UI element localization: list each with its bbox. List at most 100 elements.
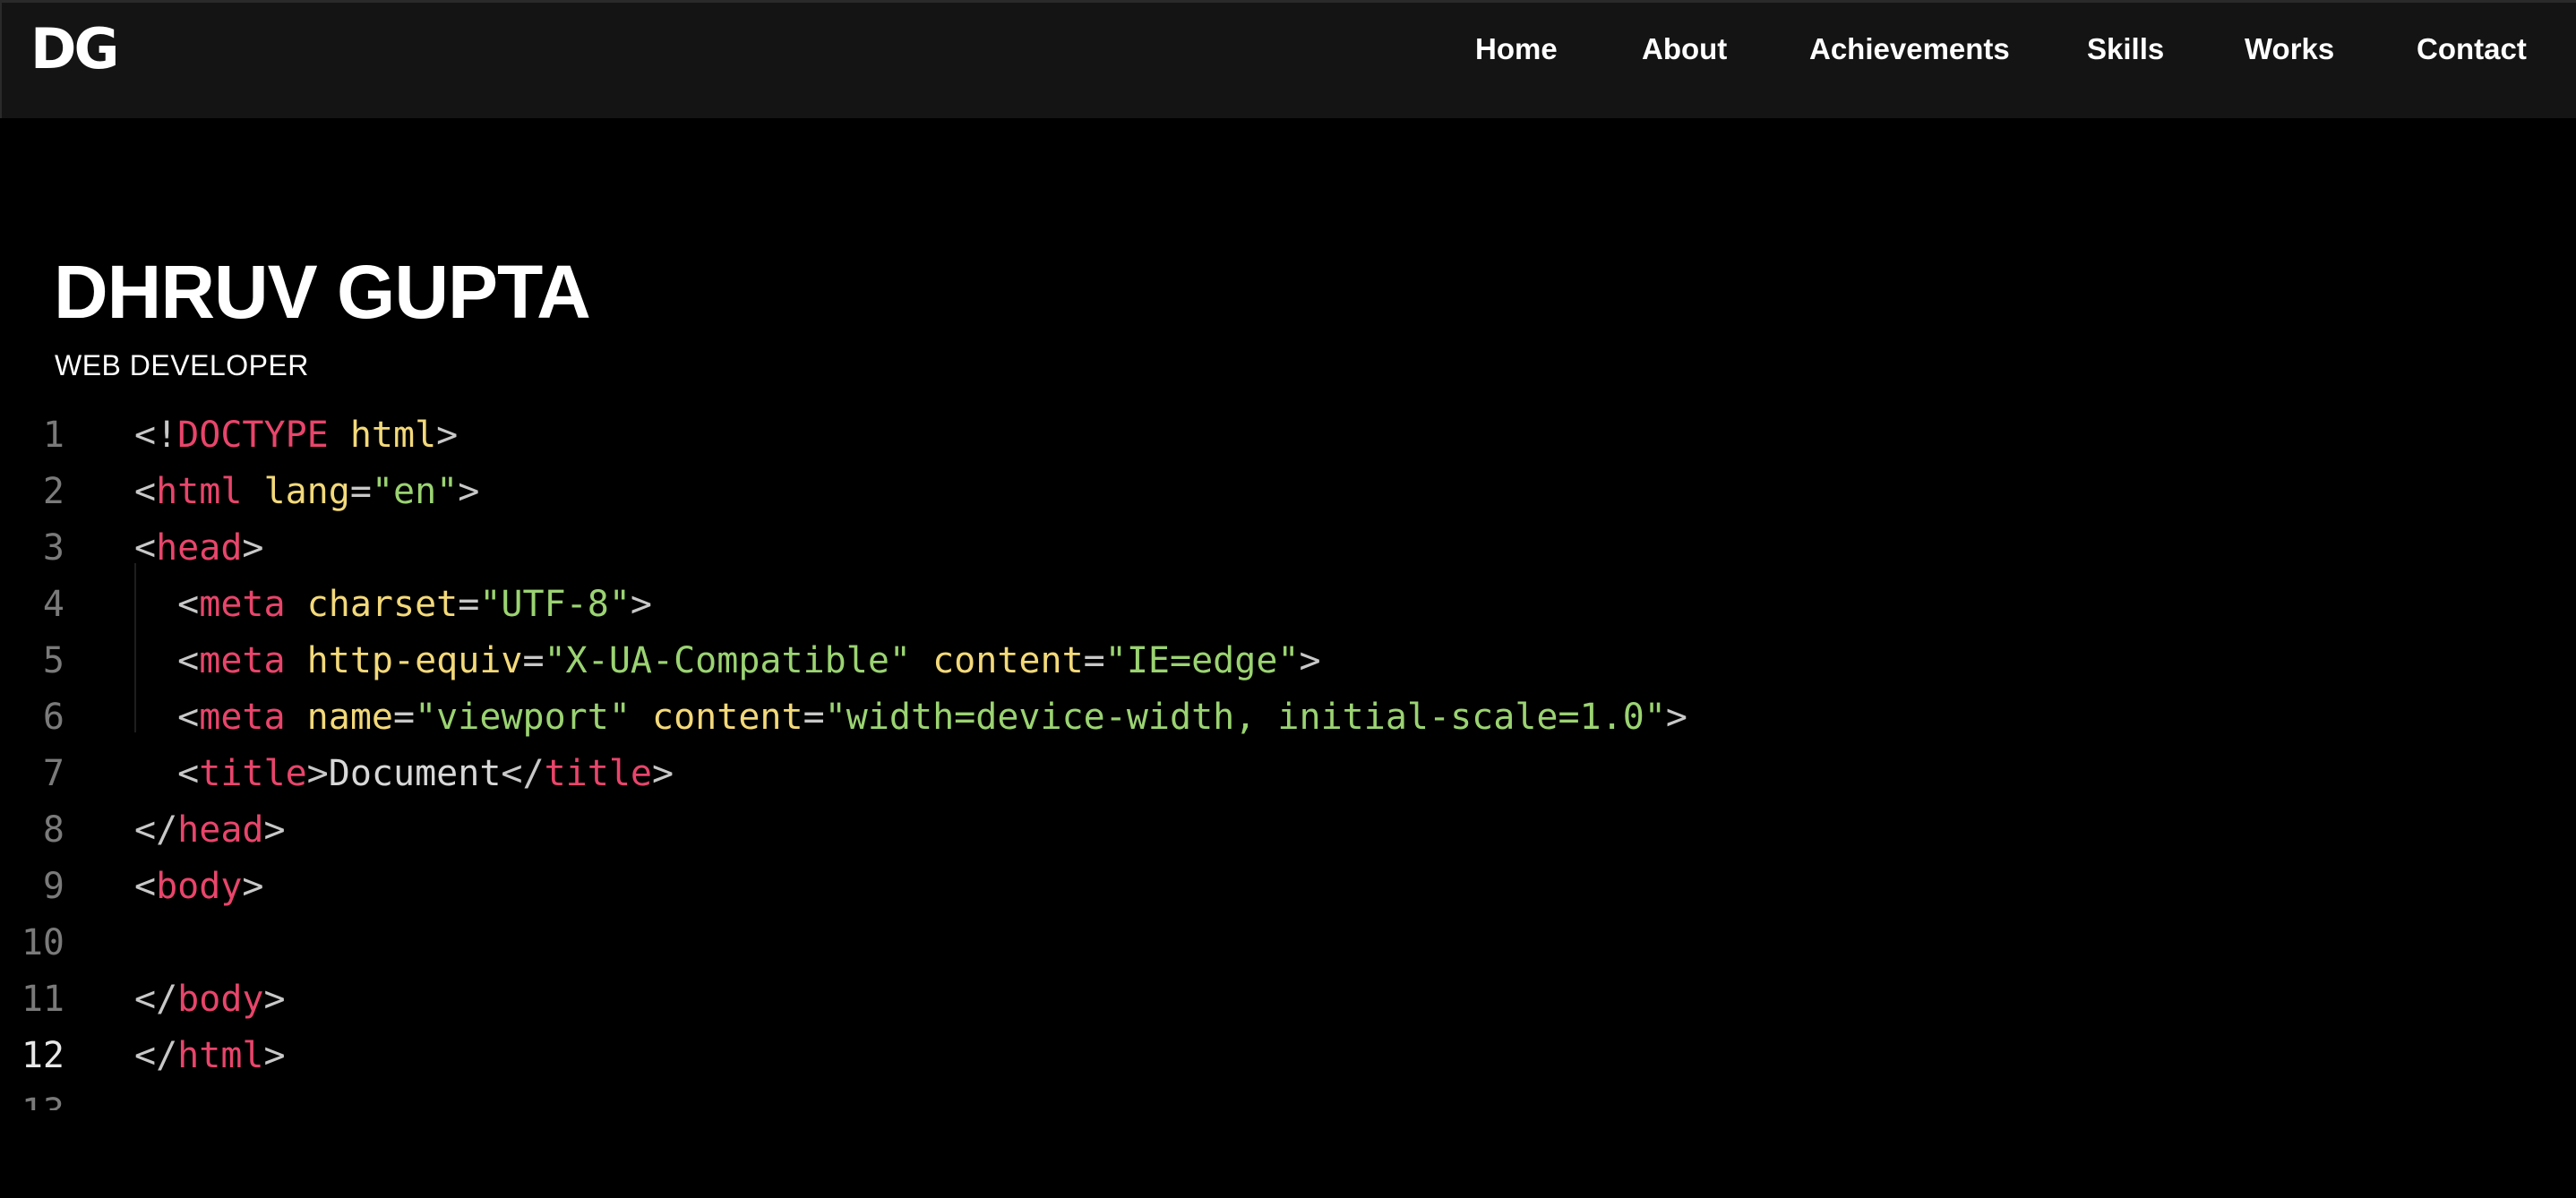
navbar: DG Home About Achievements Skills Works … (0, 0, 2576, 118)
code-token: content (652, 697, 803, 738)
code-token: body (177, 979, 264, 1020)
line-number: 9 (42, 866, 64, 907)
code-token: > (652, 753, 674, 794)
line-number: 7 (42, 753, 64, 794)
code-token: > (1299, 640, 1321, 681)
code-token: = (803, 697, 825, 738)
code-token: > (263, 979, 286, 1020)
line-number: 8 (42, 809, 64, 851)
code-token: head (156, 527, 243, 569)
code-token: > (263, 1035, 286, 1076)
nav-link-skills[interactable]: Skills (2087, 30, 2164, 69)
code-token: < (134, 471, 157, 512)
code-text: </body> (134, 971, 286, 1028)
hero-role: WEB DEVELOPER (55, 349, 309, 381)
code-token: meta (199, 584, 286, 625)
code-line: 1 <!DOCTYPE html> (0, 407, 2024, 464)
line-number: 1 (42, 415, 64, 456)
code-token: "UTF-8" (479, 584, 631, 625)
code-token: </ (134, 1035, 178, 1076)
code-token: head (177, 809, 264, 851)
code-token: Document (328, 753, 502, 794)
code-token: content (932, 640, 1084, 681)
code-text: <meta charset="UTF-8"> (134, 577, 652, 633)
line-number: 13 (0, 1084, 64, 1110)
hero-name: DHRUV GUPTA (54, 250, 591, 334)
code-line: 13 (0, 1084, 2024, 1110)
code-line: 2 <html lang="en"> (0, 464, 2024, 520)
code-token: <! (134, 415, 178, 456)
code-token: < (134, 527, 157, 569)
code-text: <meta name="viewport" content="width=dev… (134, 689, 1687, 746)
code-token: lang (263, 471, 350, 512)
code-text: </html> (134, 1028, 286, 1084)
code-line: 7 <title>Document</title> (0, 746, 2024, 802)
code-token: < (134, 697, 200, 738)
line-number: 6 (42, 697, 64, 738)
code-token: > (306, 753, 329, 794)
code-line: 6 <meta name="viewport" content="width=d… (0, 689, 2024, 746)
code-token: title (544, 753, 653, 794)
code-line: 11 </body> (0, 971, 2024, 1028)
code-line: 8 </head> (0, 802, 2024, 859)
code-token: charset (306, 584, 459, 625)
code-token: http-equiv (306, 640, 523, 681)
code-background-image: 1 <!DOCTYPE html> 2 <html lang="en"> 3 <head>… (0, 394, 2024, 1110)
code-token: = (393, 697, 416, 738)
line-number: 5 (42, 640, 64, 681)
code-line: 4 <meta charset="UTF-8"> (0, 577, 2024, 633)
code-token: = (1083, 640, 1105, 681)
code-token: </ (134, 809, 178, 851)
code-token: < (134, 866, 157, 907)
code-text: <meta http-equiv="X-UA-Compatible" conte… (134, 633, 1321, 689)
code-token: "width=device-width, initial-scale=1.0" (824, 697, 1666, 738)
line-number: 12 (21, 1035, 64, 1076)
code-text: <html lang="en"> (134, 464, 479, 520)
code-line: 9 <body> (0, 859, 2024, 915)
line-number: 3 (42, 527, 64, 569)
code-text: <title>Document</title> (134, 746, 674, 802)
code-token: title (199, 753, 307, 794)
code-token: html (156, 471, 243, 512)
code-token: = (458, 584, 480, 625)
code-text: </head> (134, 802, 286, 859)
code-token: html (349, 415, 437, 456)
code-token: meta (199, 640, 286, 681)
code-token: < (134, 584, 200, 625)
line-number: 2 (42, 471, 64, 512)
code-line: 10 (0, 915, 2024, 971)
nav-link-about[interactable]: About (1642, 30, 1727, 69)
code-token: > (242, 866, 264, 907)
code-line: 12 </html> (0, 1028, 2024, 1084)
code-token: > (436, 415, 459, 456)
code-token: > (242, 527, 264, 569)
code-token: > (1665, 697, 1687, 738)
code-token: DOCTYPE (177, 415, 329, 456)
code-token: > (458, 471, 480, 512)
code-token: body (156, 866, 243, 907)
code-token: > (263, 809, 286, 851)
code-token: < (134, 640, 200, 681)
code-token: name (306, 697, 393, 738)
nav-link-achievements[interactable]: Achievements (1809, 30, 2010, 69)
code-text: <body> (134, 859, 264, 915)
line-number: 11 (21, 979, 64, 1020)
line-number: 10 (21, 922, 64, 963)
line-number: 4 (42, 584, 64, 625)
code-token: </ (501, 753, 545, 794)
nav-links: Home About Achievements Skills Works Con… (2, 30, 2576, 69)
code-token: = (522, 640, 545, 681)
code-line: 5 <meta http-equiv="X-UA-Compatible" con… (0, 633, 2024, 689)
code-token: "en" (371, 471, 459, 512)
nav-link-works[interactable]: Works (2245, 30, 2334, 69)
code-token: = (349, 471, 372, 512)
nav-link-contact[interactable]: Contact (2417, 30, 2527, 69)
nav-link-home[interactable]: Home (1475, 30, 1558, 69)
code-line: 3 <head> (0, 520, 2024, 577)
